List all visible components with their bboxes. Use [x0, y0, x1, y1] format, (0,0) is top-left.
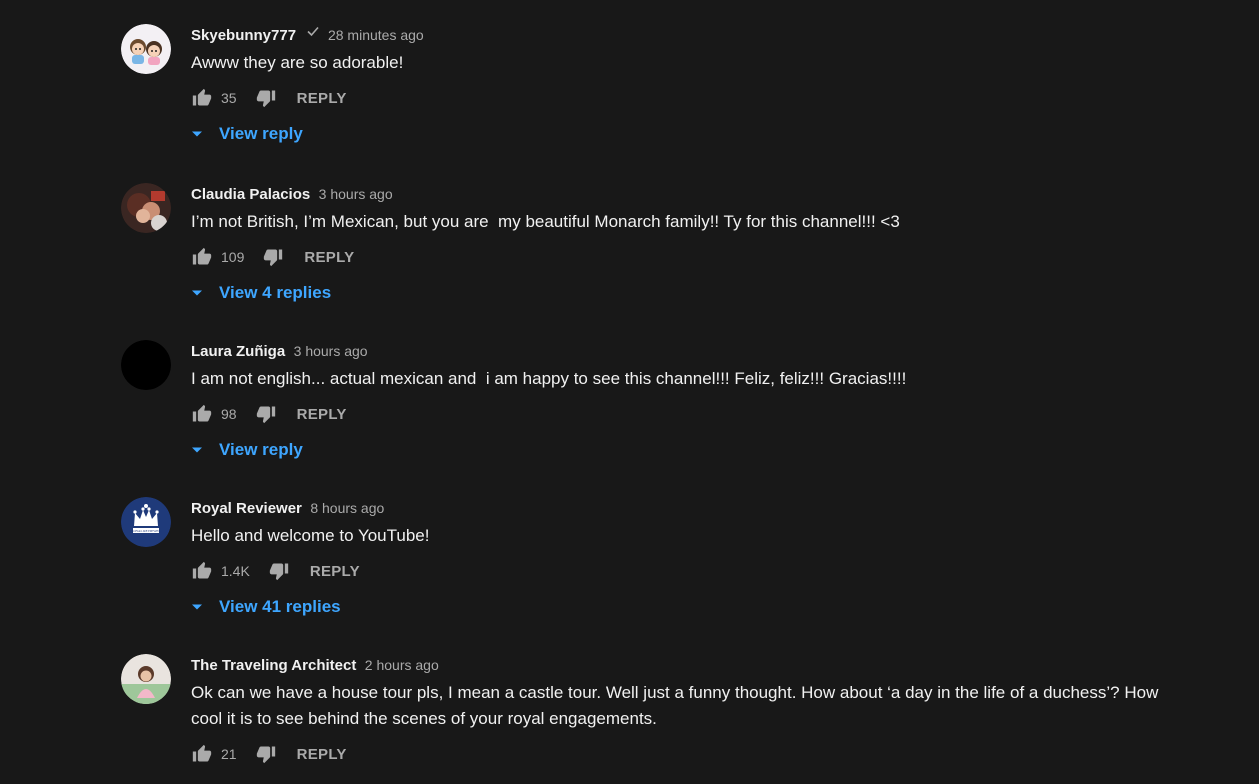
comment-text: Ok can we have a house tour pls, I mean …: [191, 683, 1164, 728]
thumbs-up-icon[interactable]: [191, 403, 213, 425]
view-replies-label: View reply: [219, 440, 303, 459]
caret-down-icon: [191, 128, 203, 140]
caret-down-icon: [191, 444, 203, 456]
avatar[interactable]: [121, 24, 171, 74]
caret-down-icon: [191, 287, 203, 299]
comment-timestamp[interactable]: 3 hours ago: [319, 186, 393, 202]
caret-down-icon: [191, 601, 203, 613]
comment-actions: 1.4K REPLY: [191, 557, 1201, 585]
comment-text: I am not english... actual mexican and i…: [191, 369, 907, 388]
view-replies-button[interactable]: View 41 replies: [191, 593, 1201, 621]
author-name[interactable]: Laura Zuñiga: [191, 343, 285, 360]
view-replies-button[interactable]: View 4 replies: [191, 279, 1201, 307]
crown-logo-icon: ROYAL REVIEWER: [121, 497, 171, 547]
view-replies-label: View 4 replies: [219, 283, 332, 302]
author-name[interactable]: Claudia Palacios: [191, 186, 310, 203]
thumbs-down-icon[interactable]: [268, 560, 290, 582]
comment-body: The Traveling Architect 2 hours ago Ok c…: [191, 654, 1201, 768]
author-name[interactable]: Royal Reviewer: [191, 500, 302, 517]
avatar[interactable]: [121, 183, 171, 233]
comment-body: Claudia Palacios 3 hours ago I’m not Bri…: [191, 183, 1201, 307]
thumbs-up-icon[interactable]: [191, 743, 213, 765]
thumbs-down-icon[interactable]: [255, 87, 277, 109]
like-count: 109: [221, 249, 245, 265]
like-count: 1.4K: [221, 563, 250, 579]
avatar[interactable]: ROYAL REVIEWER: [121, 497, 171, 547]
royal-reviewer-logo-text: ROYAL REVIEWER: [131, 529, 161, 533]
comment-header: Skyebunny777 28 minutes ago: [191, 24, 1201, 46]
comment-text: Awww they are so adorable!: [191, 53, 404, 72]
comment-header: Royal Reviewer 8 hours ago: [191, 497, 1201, 519]
author-name[interactable]: The Traveling Architect: [191, 657, 356, 674]
like-count: 35: [221, 90, 237, 106]
comment-actions: 98 REPLY: [191, 400, 1201, 428]
view-replies-button[interactable]: View reply: [191, 436, 1201, 464]
comment-text: I’m not British, I’m Mexican, but you ar…: [191, 212, 900, 231]
reply-button[interactable]: REPLY: [304, 249, 354, 266]
comment-timestamp[interactable]: 3 hours ago: [294, 343, 368, 359]
comment-actions: 35 REPLY: [191, 84, 1201, 112]
comment-header: The Traveling Architect 2 hours ago: [191, 654, 1201, 676]
comment-header: Claudia Palacios 3 hours ago: [191, 183, 1201, 205]
comment-body: Royal Reviewer 8 hours ago Hello and wel…: [191, 497, 1201, 621]
like-count: 21: [221, 746, 237, 762]
view-replies-button[interactable]: View reply: [191, 120, 1201, 148]
portrait-avatar-icon: [121, 654, 171, 704]
view-replies-label: View reply: [219, 124, 303, 143]
comment-body: Laura Zuñiga 3 hours ago I am not englis…: [191, 340, 1201, 464]
comment-timestamp[interactable]: 8 hours ago: [310, 500, 384, 516]
comment-text: Hello and welcome to YouTube!: [191, 526, 430, 545]
thumbs-down-icon[interactable]: [255, 403, 277, 425]
author-name[interactable]: Skyebunny777: [191, 27, 296, 44]
thumbs-down-icon[interactable]: [262, 246, 284, 268]
comment-body: Skyebunny777 28 minutes ago Awww they ar…: [191, 24, 1201, 148]
comment-header: Laura Zuñiga 3 hours ago: [191, 340, 1201, 362]
like-count: 98: [221, 406, 237, 422]
comment-timestamp[interactable]: 28 minutes ago: [328, 27, 424, 43]
avatar[interactable]: [121, 340, 171, 390]
black-avatar-icon: [121, 340, 171, 390]
thumbs-up-icon[interactable]: [191, 246, 213, 268]
thumbs-down-icon[interactable]: [255, 743, 277, 765]
reply-button[interactable]: REPLY: [297, 90, 347, 107]
thumbs-up-icon[interactable]: [191, 87, 213, 109]
photo-avatar-icon: [121, 183, 171, 233]
view-replies-label: View 41 replies: [219, 597, 341, 616]
reply-button[interactable]: REPLY: [310, 563, 360, 580]
reply-button[interactable]: REPLY: [297, 406, 347, 423]
comment-timestamp[interactable]: 2 hours ago: [365, 657, 439, 673]
verified-check-icon: [306, 23, 320, 45]
thumbs-up-icon[interactable]: [191, 560, 213, 582]
comment-actions: 21 REPLY: [191, 740, 1201, 768]
comment-actions: 109 REPLY: [191, 243, 1201, 271]
reply-button[interactable]: REPLY: [297, 746, 347, 763]
cartoon-couple-avatar-icon: [121, 24, 171, 74]
avatar[interactable]: [121, 654, 171, 704]
